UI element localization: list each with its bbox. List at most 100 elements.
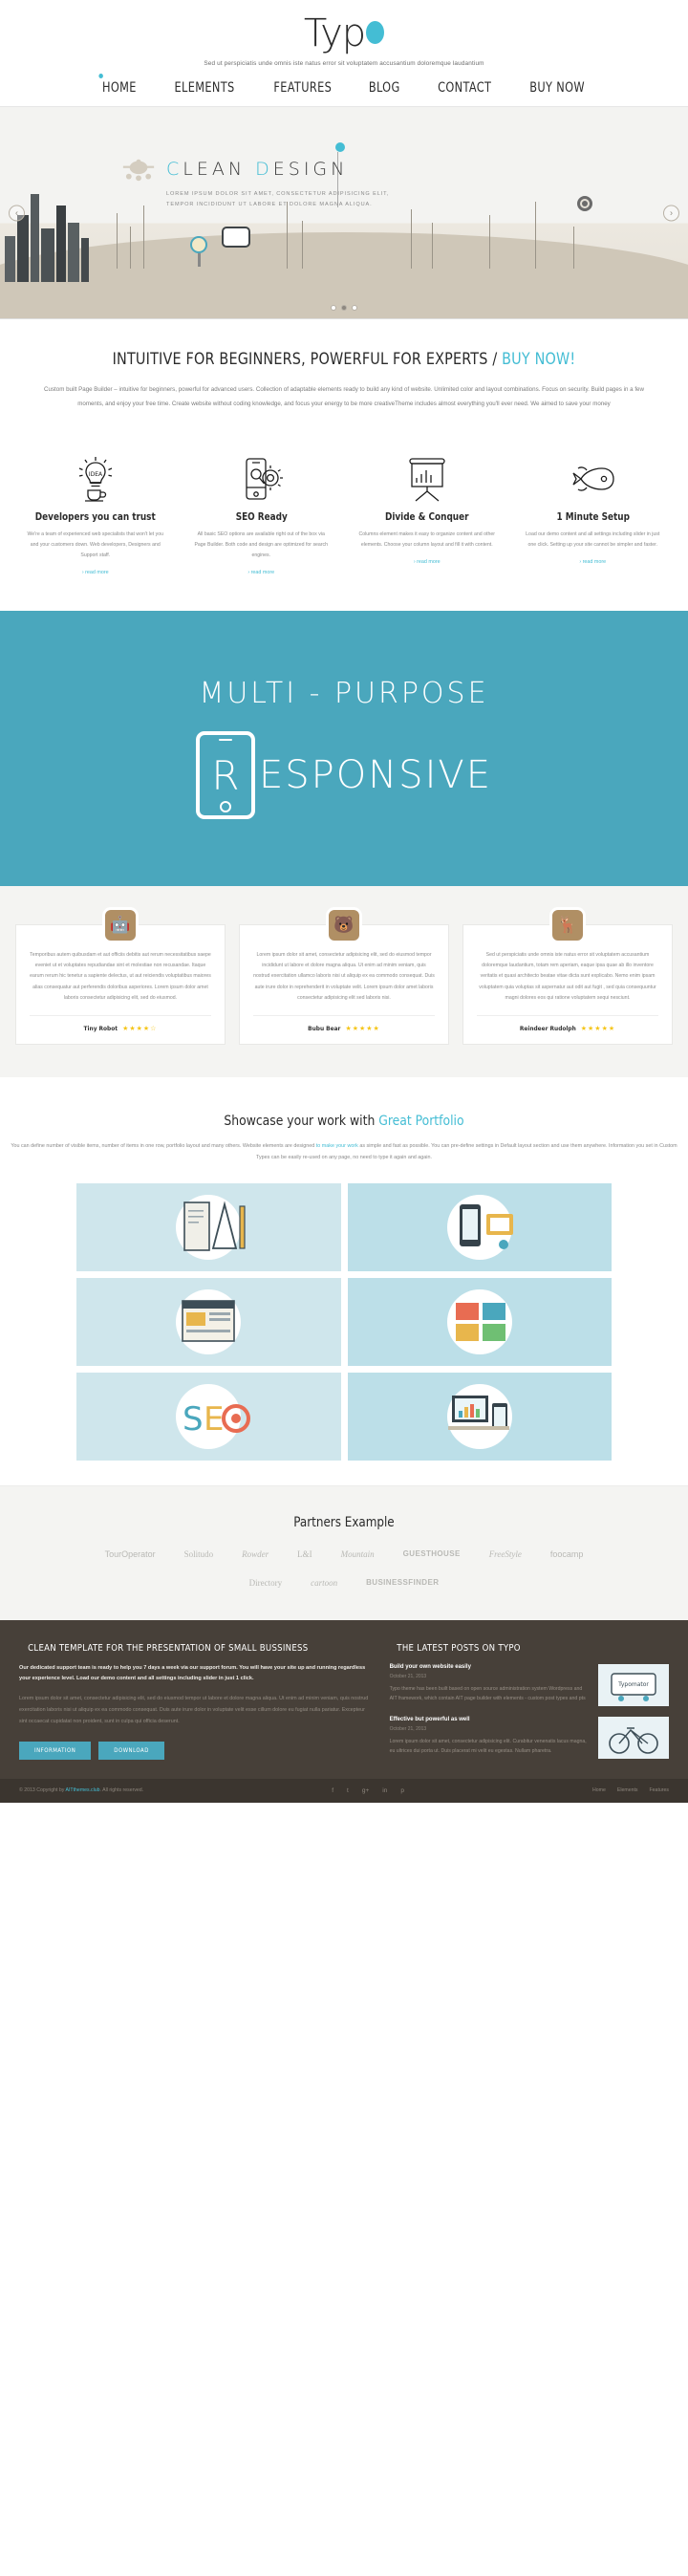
facebook-icon[interactable]: f	[332, 1787, 333, 1794]
slider-pagination	[0, 305, 688, 311]
testimonial-meta: Bubu Bear ★★★★★	[253, 1014, 435, 1032]
site-footer: CLEAN TEMPLATE FOR THE PRESENTATION OF S…	[0, 1619, 688, 1779]
svg-text:S: S	[183, 1400, 204, 1439]
testimonial-name: Bubu Bear	[308, 1024, 341, 1032]
footer-post-excerpt: Typo theme has been built based on open …	[389, 1685, 586, 1701]
copyright-after: . All rights reserved.	[99, 1787, 144, 1794]
nav-item-contact[interactable]: CONTACT	[438, 80, 491, 96]
portfolio-item-ui-boxes[interactable]	[347, 1277, 612, 1366]
intro-heading-main: INTUITIVE FOR BEGINNERS, POWERFUL FOR EX…	[112, 350, 503, 369]
slider-next-button[interactable]: ›	[663, 205, 679, 221]
partner-logo-guesthouse[interactable]: GUESTHOUSE	[403, 1549, 461, 1558]
main-navigation: HOME ELEMENTS FEATURES BLOG CONTACT BUY …	[0, 74, 688, 107]
seo-letters-thumb-icon: S E	[76, 1373, 341, 1461]
hero-subtitle: LOREM IPSUM DOLOR SIT AMET, CONSECTETUR …	[166, 189, 389, 209]
intro-heading: INTUITIVE FOR BEGINNERS, POWERFUL FOR EX…	[21, 350, 668, 369]
feature-text: Columns element makes it easy to organiz…	[358, 530, 495, 548]
footer-post-excerpt: Lorem ipsum dolor sit amet, consectetur …	[389, 1738, 587, 1754]
partner-logo-businessfinder[interactable]: BUSINESSFINDER	[366, 1578, 439, 1587]
plant-stem	[302, 221, 303, 269]
footer-post-body: Build your own website easily October 21…	[390, 1664, 590, 1706]
feature-read-more-link[interactable]: › read more	[82, 570, 109, 575]
site-logo[interactable]: Typ	[304, 13, 385, 54]
portfolio-text-before: You can define number of visible items, …	[11, 1142, 316, 1149]
responsive-banner: MULTI - PURPOSE R ESPONSIVE	[0, 610, 688, 886]
footer-post-title: Build your own website easily	[389, 1663, 471, 1670]
plant-stem	[432, 223, 433, 269]
feature-read-more-link[interactable]: › read more	[247, 570, 274, 575]
analytics-desk-thumb-icon	[348, 1373, 613, 1461]
partner-logo-foocamp[interactable]: foocamp	[550, 1549, 584, 1559]
portfolio-inline-link[interactable]: to make your work	[316, 1143, 358, 1149]
portfolio-item-seo-letters[interactable]: S E	[76, 1372, 341, 1461]
download-button[interactable]: DOWNLOAD	[98, 1741, 164, 1760]
partner-logo-mountain[interactable]: Mountain	[341, 1549, 375, 1559]
footer-about-title: CLEAN TEMPLATE FOR THE PRESENTATION OF S…	[28, 1642, 309, 1654]
partner-logo-directory[interactable]: Directory	[249, 1578, 282, 1588]
pinterest-icon[interactable]: p	[400, 1787, 404, 1794]
portfolio-item-web-layout[interactable]	[76, 1277, 341, 1366]
linkedin-icon[interactable]: in	[382, 1787, 387, 1794]
partner-logo-l-and-i[interactable]: L&I	[297, 1549, 312, 1559]
portfolio-item-drafting-tools[interactable]	[76, 1182, 341, 1271]
hero-copy: CLEAN DESIGN LOREM IPSUM DOLOR SIT AMET,…	[122, 157, 389, 209]
slider-dot-3[interactable]	[352, 305, 357, 311]
slider-dot-2[interactable]	[341, 305, 347, 311]
site-tagline: Sed ut perspiciatis unde omnis iste natu…	[204, 60, 484, 67]
typomator-thumb-icon: Typomator	[598, 1663, 669, 1706]
presentation-chart-icon	[349, 454, 505, 504]
reindeer-avatar: 🦌	[549, 906, 586, 943]
partner-logo-touroperator[interactable]: TourOperator	[105, 1549, 156, 1559]
partner-logo-freestyle[interactable]: FreeStyle	[489, 1549, 522, 1559]
portfolio-heading-main: Showcase your work with	[224, 1113, 379, 1129]
slider-prev-button[interactable]: ‹	[9, 205, 25, 221]
footer-link-home[interactable]: Home	[592, 1787, 606, 1793]
footer-post-item[interactable]: Effective but powerful as well October 2…	[389, 1716, 669, 1759]
footer-posts-column: THE LATEST POSTS ON TYPO Build your own …	[390, 1643, 669, 1760]
testimonial-meta: Tiny Robot ★★★★☆	[30, 1014, 211, 1032]
partner-logo-cartoon[interactable]: cartoon	[311, 1578, 337, 1588]
twitter-icon[interactable]: t	[347, 1787, 349, 1794]
footer-about-column: CLEAN TEMPLATE FOR THE PRESENTATION OF S…	[19, 1643, 369, 1760]
plant-stem	[489, 215, 490, 269]
slider-dot-1[interactable]	[331, 305, 336, 311]
testimonial-name: Tiny Robot	[83, 1024, 118, 1032]
feature-text: Load our demo content and all settings i…	[526, 530, 660, 548]
portfolio-item-mobile-devices[interactable]	[347, 1182, 612, 1271]
plant-stem	[573, 227, 574, 269]
copyright-link[interactable]: AITthemes.club	[66, 1787, 100, 1793]
avatar-emoji: 🐻	[333, 915, 355, 934]
feature-1-minute-setup: 1 Minute Setup Load our demo content and…	[515, 454, 672, 578]
portfolio-description: You can define number of visible items, …	[10, 1140, 678, 1164]
nav-item-blog[interactable]: BLOG	[369, 80, 400, 96]
footer-post-title: Effective but powerful as well	[389, 1716, 470, 1722]
web-layout-thumb-icon	[76, 1278, 341, 1366]
portfolio-heading-highlight: Great Portfolio	[378, 1113, 464, 1129]
nav-item-buy-now[interactable]: BUY NOW	[529, 80, 585, 96]
hero-title-row: CLEAN DESIGN	[122, 157, 389, 182]
footer-link-elements[interactable]: Elements	[617, 1787, 638, 1793]
intro-heading-buy-now[interactable]: BUY NOW!	[502, 350, 575, 369]
copyright-text: © 2013 Copyright by AITthemes.club. All …	[19, 1787, 143, 1793]
feature-read-more-link[interactable]: › read more	[579, 559, 606, 565]
svg-text:E: E	[204, 1400, 224, 1439]
hero-slider: CLEAN DESIGN LOREM IPSUM DOLOR SIT AMET,…	[0, 107, 688, 319]
nav-item-elements[interactable]: ELEMENTS	[174, 80, 234, 96]
googleplus-icon[interactable]: g+	[362, 1787, 369, 1794]
nav-item-home[interactable]: HOME	[98, 74, 137, 96]
feature-text: All basic SEO options are available righ…	[194, 530, 329, 558]
site-header: Typ Sed ut perspiciatis unde omnis iste …	[0, 0, 688, 107]
portfolio-item-analytics-desk[interactable]	[347, 1372, 613, 1461]
hero-robot-icon	[122, 159, 155, 182]
feature-divide-and-conquer: Divide & Conquer Columns element makes i…	[349, 454, 505, 578]
testimonial-card: 🤖 Temporibus autem quibusdam et aut offi…	[15, 906, 226, 1045]
information-button[interactable]: INFORMATION	[19, 1741, 92, 1760]
nav-item-features[interactable]: FEATURES	[273, 80, 332, 96]
footer-about-body: Lorem ipsum dolor sit amet, consectetur …	[19, 1696, 369, 1724]
rating-stars: ★★★★☆	[122, 1025, 158, 1032]
footer-link-features[interactable]: Features	[650, 1787, 669, 1793]
partner-logo-rowder[interactable]: Rowder	[242, 1549, 269, 1559]
feature-read-more-link[interactable]: › read more	[414, 559, 441, 565]
partner-logo-solitudo[interactable]: Solitudo	[184, 1549, 214, 1559]
footer-post-item[interactable]: Build your own website easily October 21…	[390, 1663, 669, 1706]
